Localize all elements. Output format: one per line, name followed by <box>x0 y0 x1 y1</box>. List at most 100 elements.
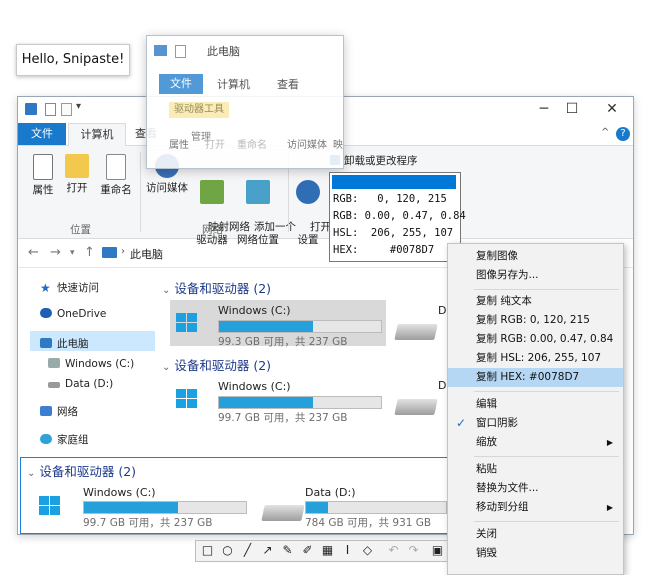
sidebar-item-network[interactable]: 网络 <box>40 404 78 419</box>
computer-icon <box>25 103 37 115</box>
arrow-icon[interactable]: ↗ <box>260 543 275 558</box>
menu-item-label: 编辑 <box>476 398 497 410</box>
drive-usage-bar <box>83 501 247 514</box>
gear-icon <box>296 180 320 204</box>
menu-item-copy-rgb-float[interactable]: 复制 RGB: 0.00, 0.47, 0.84 <box>448 330 623 349</box>
menu-separator <box>474 391 619 392</box>
properties-label: 属性 <box>32 184 54 196</box>
new-folder-quick-icon[interactable] <box>61 103 72 116</box>
menu-item-copy-rgb[interactable]: 复制 RGB: 0, 120, 215 <box>448 311 623 330</box>
drive-tile-selected[interactable]: Windows (C:) 99.3 GB 可用，共 237 GB <box>170 300 386 348</box>
menu-item-copy-hsl[interactable]: 复制 HSL: 206, 255, 107 <box>448 349 623 368</box>
tab-computer[interactable]: 计算机 <box>68 123 126 147</box>
maximize-button[interactable]: ☐ <box>558 101 586 117</box>
menu-item-replace-file[interactable]: 替换为文件... <box>448 479 623 498</box>
sidebar-item-windows-c[interactable]: Windows (C:) <box>48 358 134 370</box>
marker-icon[interactable]: ✐ <box>300 543 315 558</box>
menu-item-destroy[interactable]: 销毁 <box>448 544 623 563</box>
sidebar-item-label: 家庭组 <box>57 434 89 446</box>
folder-open-icon <box>65 154 89 178</box>
computer-icon <box>102 247 117 258</box>
undo-icon[interactable]: ↶ <box>386 543 401 558</box>
menu-item-zoom[interactable]: 缩放 ▶ <box>448 433 623 452</box>
menu-item-close[interactable]: 关闭 <box>448 525 623 544</box>
sidebar-item-label: 此电脑 <box>57 338 89 350</box>
ghost-context-tab: 驱动器工具 <box>169 102 229 118</box>
breadcrumb[interactable]: 此电脑 <box>130 246 163 262</box>
hard-drive-icon <box>261 505 305 521</box>
drive-name-d[interactable]: D <box>438 304 446 317</box>
menu-item-label: 复制 HEX: #0078D7 <box>476 371 580 383</box>
section-header: ⌄ 设备和驱动器 (2) <box>27 461 136 480</box>
up-icon[interactable]: ↑ <box>84 245 95 260</box>
ghost-button-label: 映 <box>333 140 343 151</box>
redo-icon[interactable]: ↷ <box>406 543 421 558</box>
text-icon[interactable]: I <box>340 543 355 558</box>
drive-usage-fill <box>306 502 329 513</box>
chevron-down-icon: ⌄ <box>162 285 171 296</box>
eraser-icon[interactable]: ◇ <box>360 543 375 558</box>
properties-icon <box>33 154 53 180</box>
snip-region[interactable]: ⌄ 设备和驱动器 (2) Windows (C:) 99.7 GB 可用，共 2… <box>20 457 450 534</box>
save-icon[interactable]: ▣ <box>430 543 445 558</box>
help-icon[interactable]: ? <box>616 127 630 141</box>
menu-item-save-image-as[interactable]: 图像另存为... <box>448 266 623 285</box>
menu-separator <box>474 456 619 457</box>
drive-name: Data (D:) <box>305 486 356 499</box>
drive-space-text: 784 GB 可用，共 931 GB <box>305 517 432 529</box>
menu-item-label: 复制 HSL: 206, 255, 107 <box>476 352 602 364</box>
sidebar-item-this-pc[interactable]: 此电脑 <box>40 336 89 351</box>
mosaic-icon[interactable]: ▦ <box>320 543 335 558</box>
access-media-label: 访问媒体 <box>146 182 188 194</box>
drive-usage-fill <box>84 502 178 513</box>
forward-icon[interactable]: → <box>50 245 61 260</box>
hard-drive-icon <box>394 399 438 415</box>
menu-item-paste[interactable]: 粘贴 <box>448 460 623 479</box>
drive-usage-bar <box>218 320 382 333</box>
sidebar-item-data-d[interactable]: Data (D:) <box>48 378 113 390</box>
menu-item-edit[interactable]: 编辑 <box>448 395 623 414</box>
pencil-icon[interactable]: ✎ <box>280 543 295 558</box>
menu-item-copy-text[interactable]: 复制 纯文本 <box>448 292 623 311</box>
section-title: 设备和驱动器 (2) <box>174 281 272 296</box>
ellipse-icon[interactable]: ○ <box>220 543 235 558</box>
menu-item-copy-hex[interactable]: 复制 HEX: #0078D7 <box>448 368 623 387</box>
menu-item-move-to-group[interactable]: 移动到分组 ▶ <box>448 498 623 517</box>
hello-snipaste-tooltip: Hello, Snipaste! <box>16 44 130 76</box>
color-swatch <box>332 175 456 189</box>
color-info-panel: RGB: 0, 120, 215 RGB: 0.00, 0.47, 0.84 H… <box>329 172 466 262</box>
properties-quick-icon <box>175 45 186 58</box>
drive-tile[interactable]: Windows (C:) 99.7 GB 可用，共 237 GB <box>170 376 386 424</box>
drive-name-d[interactable]: D <box>438 379 446 392</box>
quick-access-dropdown-icon[interactable]: ▾ <box>76 101 81 112</box>
properties-button[interactable]: 属性 <box>26 154 60 197</box>
ribbon-collapse-icon[interactable]: ^ <box>601 127 609 138</box>
menu-item-label: 替换为文件... <box>476 482 539 494</box>
chevron-down-icon: ⌄ <box>162 362 171 373</box>
tab-file[interactable]: 文件 <box>18 123 66 145</box>
drive-icon <box>48 382 60 388</box>
ghost-button-label: 访问媒体 <box>287 140 327 151</box>
section-header[interactable]: ⌄ 设备和驱动器 (2) <box>162 278 271 297</box>
properties-quick-icon[interactable] <box>45 103 56 116</box>
drive-usage-fill <box>219 397 313 408</box>
minimize-button[interactable]: ─ <box>530 101 558 117</box>
windows-logo-icon <box>39 496 61 516</box>
ghost-tab-file: 文件 <box>159 74 203 94</box>
menu-separator <box>474 521 619 522</box>
open-label: 打开 <box>66 182 88 194</box>
close-button[interactable]: ✕ <box>598 101 626 117</box>
sidebar-item-homegroup[interactable]: 家庭组 <box>40 432 89 447</box>
menu-item-window-shadow[interactable]: ✓ 窗口阴影 <box>448 414 623 433</box>
open-button[interactable]: 打开 <box>62 154 92 195</box>
drive-space-text: 99.7 GB 可用，共 237 GB <box>83 517 213 529</box>
rename-button[interactable]: 重命名 <box>96 154 136 197</box>
menu-item-copy-image[interactable]: 复制图像 <box>448 247 623 266</box>
rgb-int-text: RGB: 0, 120, 215 <box>333 193 447 205</box>
rectangle-icon[interactable]: □ <box>200 543 215 558</box>
ghost-tab-view: 查看 <box>277 78 299 91</box>
section-header[interactable]: ⌄ 设备和驱动器 (2) <box>162 355 271 374</box>
recent-locations-icon[interactable]: ▾ <box>70 248 75 258</box>
line-icon[interactable]: ╱ <box>240 543 255 558</box>
back-icon[interactable]: ← <box>28 245 39 260</box>
